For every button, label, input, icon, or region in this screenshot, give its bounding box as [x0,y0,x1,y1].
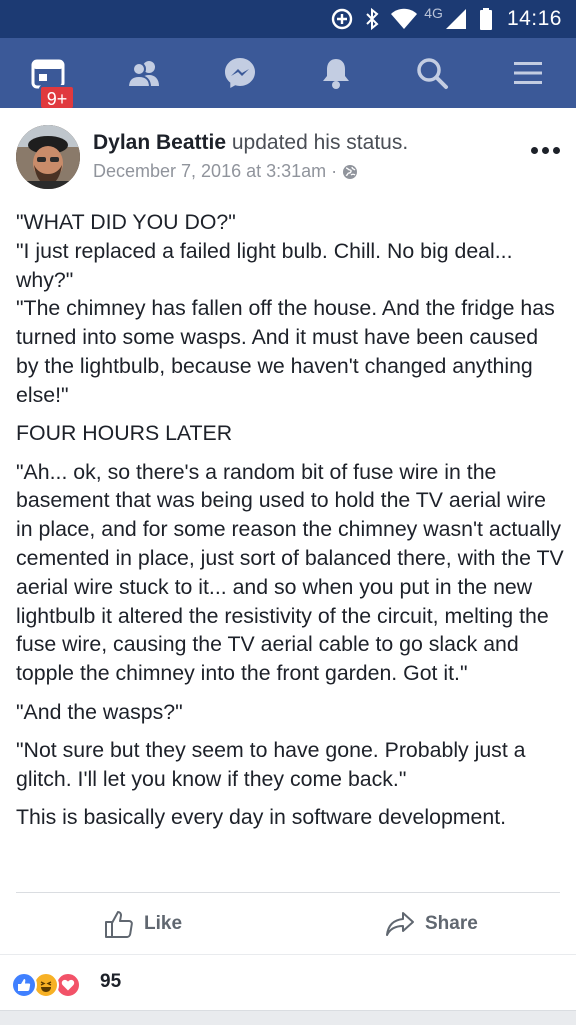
tab-friends[interactable] [114,48,174,98]
share-button[interactable]: Share [385,906,478,942]
thumbs-up-icon [105,911,133,938]
post-paragraph: "Not sure but they seem to have gone. Pr… [16,737,526,791]
notifications-bell-icon [323,59,349,89]
post-paragraph: "And the wasps?" [16,699,183,724]
cellular-signal-icon [445,6,467,32]
messenger-icon [225,58,255,88]
more-dot [541,146,549,154]
post-timestamp[interactable]: December 7, 2016 at 3:31am [93,161,326,182]
meta-separator: · [331,161,338,181]
clock: 14:16 [506,7,562,30]
profile-photo [16,125,80,189]
like-label: Like [144,913,183,934]
author-name[interactable]: Dylan Beattie [93,131,226,154]
friends-icon [127,61,159,88]
status-post: Dylan Beattie updated his status. Decemb… [0,108,576,954]
battery-icon [479,6,493,32]
search-icon [417,58,448,89]
wifi-icon [390,6,418,32]
reactions-summary[interactable]: 95 [0,955,576,1010]
more-options-button[interactable] [527,140,563,160]
share-label: Share [425,913,478,934]
bluetooth-icon [364,6,380,32]
post-header: Dylan Beattie updated his status. [93,131,408,155]
tab-menu[interactable] [498,48,558,98]
post-meta: December 7, 2016 at 3:31am · [93,161,358,182]
actions-divider [16,892,560,893]
like-reaction-icon [11,972,37,998]
data-saver-icon [330,6,354,32]
more-dot [530,146,538,154]
feed-separator [0,1010,576,1025]
post-paragraph: "WHAT DID YOU DO?" [16,210,236,234]
more-dot [552,146,560,154]
post-body: "WHAT DID YOU DO?" "I just replaced a fa… [16,208,564,842]
post-paragraph: "I just replaced a failed light bulb. Ch… [16,238,513,292]
share-arrow-icon [386,912,414,936]
post-paragraph: "Ah... ok, so there's a random bit of fu… [16,459,564,686]
status-bar: 4G 14:16 [0,0,576,38]
post-paragraph: FOUR HOURS LATER [16,421,233,446]
menu-icon [514,62,542,84]
notification-badge: 9+ [39,85,75,110]
tab-search[interactable] [402,48,462,98]
network-type: 4G [424,5,443,21]
globe-icon [343,164,358,179]
tab-notifications[interactable] [306,48,366,98]
app-nav-bar: 9+ [0,38,576,110]
like-button[interactable]: Like [104,906,182,942]
tab-messenger[interactable] [210,48,270,98]
reaction-count[interactable]: 95 [100,971,121,993]
status-icons: 4G 14:16 [330,5,562,32]
post-paragraph: This is basically every day in software … [16,805,507,830]
avatar[interactable] [16,125,80,189]
post-action-text: updated his status. [226,131,409,154]
reaction-icons [11,972,91,998]
post-paragraph: "The chimney has fallen off the house. A… [16,296,555,407]
